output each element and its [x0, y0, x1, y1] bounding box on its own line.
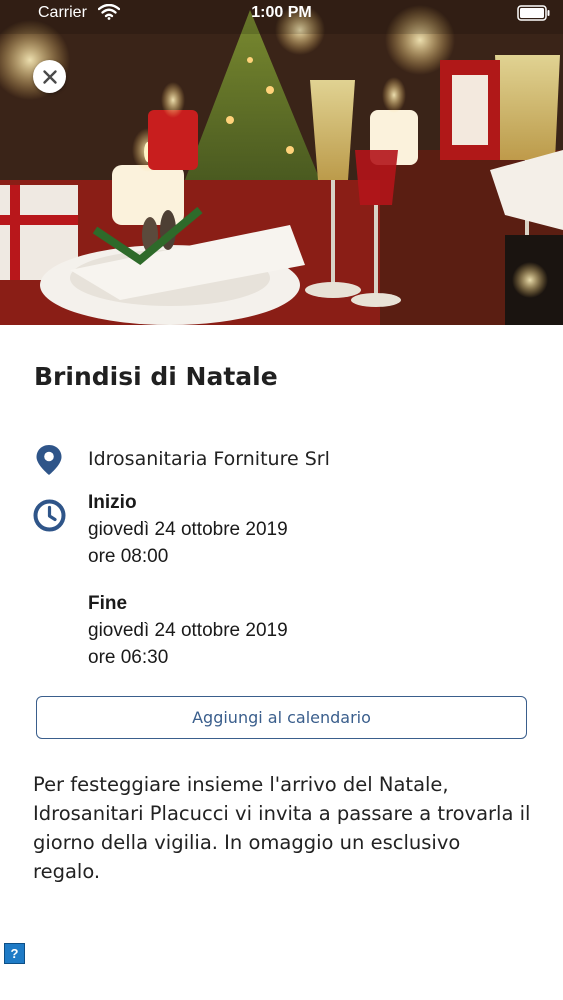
clock-time: 1:00 PM	[251, 4, 312, 21]
event-start: Inizio giovedì 24 ottobre 2019 ore 08:00	[88, 489, 288, 570]
event-title: Brindisi di Natale	[34, 362, 278, 391]
end-label: Fine	[88, 593, 128, 614]
add-to-calendar-label: Aggiungi al calendario	[192, 708, 371, 727]
battery-icon	[517, 5, 551, 25]
close-button[interactable]	[33, 60, 66, 93]
close-icon	[42, 69, 57, 84]
clock-icon	[33, 499, 66, 536]
help-label: ?	[10, 946, 19, 961]
help-icon[interactable]: ?	[4, 943, 25, 964]
start-time: ore 08:00	[88, 546, 169, 567]
add-to-calendar-button[interactable]: Aggiungi al calendario	[36, 696, 527, 739]
event-description: Per festeggiare insieme l'arrivo del Nat…	[33, 773, 531, 883]
start-label: Inizio	[88, 492, 137, 513]
event-location: Idrosanitaria Forniture Srl	[88, 448, 330, 470]
end-time: ore 06:30	[88, 647, 169, 668]
event-end: Fine giovedì 24 ottobre 2019 ore 06:30	[88, 590, 288, 671]
start-date: giovedì 24 ottobre 2019	[88, 519, 288, 540]
status-bar: Carrier 1:00 PM	[0, 0, 563, 30]
event-cover-image	[0, 0, 563, 325]
end-date: giovedì 24 ottobre 2019	[88, 620, 288, 641]
location-pin-icon	[35, 444, 63, 480]
